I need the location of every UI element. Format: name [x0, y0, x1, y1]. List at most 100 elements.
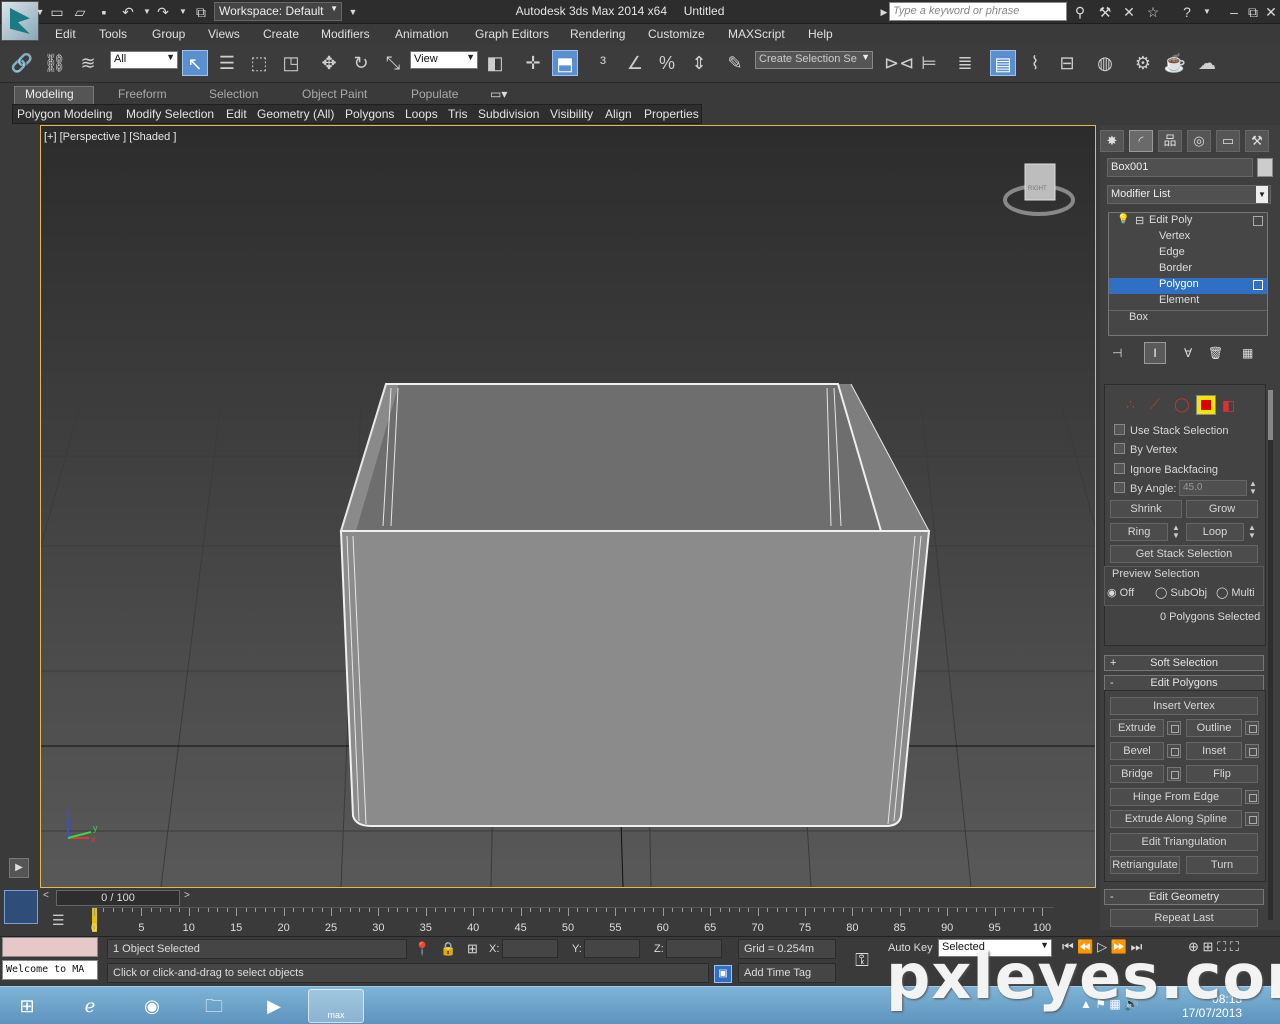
stack-item-box[interactable]: Box [1109, 310, 1267, 326]
get-stack-selection-button[interactable]: Get Stack Selection [1110, 545, 1258, 563]
preview-multi-radio[interactable]: ◯ Multi [1216, 586, 1255, 599]
time-next-icon[interactable]: > [184, 890, 196, 906]
binoculars-icon[interactable]: ⚲ [1071, 3, 1089, 21]
percent-snap-icon[interactable]: % [654, 50, 680, 76]
file-explorer-icon[interactable]: 🗀 [186, 989, 242, 1023]
open-file-icon[interactable]: ▱ [71, 3, 89, 21]
align-icon[interactable]: ⊨ [916, 50, 942, 76]
curve-editor-icon[interactable]: ⌇ [1022, 50, 1048, 76]
subscription-icon[interactable]: ⚒ [1096, 3, 1114, 21]
mini-listener-icon[interactable] [4, 890, 38, 924]
viewcube[interactable] [1024, 163, 1056, 201]
modifier-list-dropdown[interactable]: Modifier List ▼ [1107, 185, 1271, 204]
maxscript-listener-pink[interactable] [2, 937, 98, 957]
edit-polygons-rollout-header[interactable]: - Edit Polygons [1104, 675, 1264, 691]
outline-button[interactable]: Outline [1186, 719, 1242, 737]
bridge-settings-icon[interactable] [1167, 767, 1181, 781]
stack-item-vertex[interactable]: Vertex [1109, 230, 1267, 246]
inset-button[interactable]: Inset [1186, 742, 1242, 760]
edit-triangulation-button[interactable]: Edit Triangulation [1110, 833, 1258, 851]
layer-manager-icon[interactable]: ≣ [952, 50, 978, 76]
select-by-name-icon[interactable]: ☰ [214, 50, 240, 76]
app-menu-arrow-icon[interactable]: ▼ [31, 3, 49, 21]
stack-item-border[interactable]: Border [1109, 262, 1267, 278]
mirror-icon[interactable]: ⊳⊲ [884, 50, 914, 76]
close-window-icon[interactable]: ✕ [1262, 3, 1280, 21]
time-slider-thumb[interactable]: 0 / 100 [56, 890, 180, 906]
menu-tools[interactable]: Tools [99, 27, 127, 41]
render-production-icon[interactable]: ☁ [1194, 50, 1220, 76]
rendered-frame-window-icon[interactable]: ☕ [1162, 50, 1188, 76]
track-bar[interactable]: 0 5 10 15 20 25 30 35 40 45 50 55 60 65 70 75 80 85 90 95 10… [91, 907, 1054, 935]
media-player-icon[interactable]: ▶ [246, 989, 302, 1023]
help-icon[interactable]: ? [1178, 3, 1196, 21]
shrink-button[interactable]: Shrink [1110, 500, 1182, 518]
menu-maxscript[interactable]: MAXScript [728, 27, 785, 41]
stack-item-edit-poly[interactable]: 💡 ⊟ Edit Poly [1109, 214, 1267, 230]
perspective-viewport[interactable]: RIGHT z x y [40, 125, 1096, 888]
element-mode-icon[interactable]: ◧ [1222, 397, 1235, 414]
search-input[interactable]: Type a keyword or phrase [889, 2, 1067, 21]
panel-geometry-all[interactable]: Geometry (All) [257, 107, 334, 121]
absolute-mode-transform-icon[interactable]: ⊞ [467, 941, 478, 957]
keyboard-shortcut-override-icon[interactable]: ⬒ [552, 50, 578, 76]
time-slider-track[interactable] [40, 888, 1096, 906]
minimize-window-icon[interactable]: – [1225, 3, 1243, 21]
menu-modifiers[interactable]: Modifiers [321, 27, 370, 41]
hierarchy-tab-icon[interactable]: 品 [1158, 130, 1182, 152]
redo-icon[interactable]: ↷ [154, 3, 172, 21]
modify-tab-icon[interactable]: ◜ [1129, 130, 1153, 152]
favorites-star-icon[interactable]: ☆ [1144, 3, 1162, 21]
soft-selection-rollout-header[interactable]: + Soft Selection [1104, 655, 1264, 671]
outline-settings-icon[interactable] [1245, 721, 1259, 735]
schematic-view-icon[interactable]: ⊟ [1054, 50, 1080, 76]
select-manipulate-icon[interactable]: ✛ [520, 50, 546, 76]
internet-explorer-icon[interactable]: ℯ [62, 989, 118, 1023]
x-coord-input[interactable] [502, 939, 558, 958]
menu-rendering[interactable]: Rendering [570, 27, 625, 41]
utilities-tab-icon[interactable]: ⚒ [1245, 130, 1269, 152]
insert-vertex-button[interactable]: Insert Vertex [1110, 697, 1258, 715]
panel-edit[interactable]: Edit [226, 107, 247, 121]
lightbulb-icon[interactable]: 💡 [1117, 214, 1129, 225]
reference-coordinate-dropdown[interactable]: View ▼ [410, 51, 478, 69]
menu-help[interactable]: Help [808, 27, 833, 41]
snaps-toggle-icon[interactable]: ³ [590, 50, 616, 76]
menu-animation[interactable]: Animation [395, 27, 448, 41]
edge-mode-icon[interactable]: ⟋ [1150, 396, 1160, 413]
ring-button[interactable]: Ring [1110, 523, 1168, 541]
configure-modifier-sets-icon[interactable]: ▦ [1242, 346, 1253, 360]
stack-item-element[interactable]: Element [1109, 294, 1267, 310]
menu-group[interactable]: Group [152, 27, 185, 41]
object-color-swatch[interactable] [1257, 158, 1273, 177]
angle-spinner-icon[interactable]: ▲ ▼ [1249, 480, 1257, 496]
menu-edit[interactable]: Edit [55, 27, 76, 41]
panel-properties[interactable]: Properties [644, 107, 699, 121]
stack-item-polygon[interactable]: Polygon [1109, 278, 1267, 294]
display-tab-icon[interactable]: ▭ [1216, 130, 1240, 152]
add-time-tag-button[interactable]: Add Time Tag [738, 963, 836, 983]
viewport-label-menu[interactable]: [+] [Perspective ] [Shaded ] [44, 131, 176, 143]
stack-item-edge[interactable]: Edge [1109, 246, 1267, 262]
scrollbar-thumb[interactable] [1268, 390, 1273, 440]
restore-window-icon[interactable]: ⧉ [1244, 3, 1262, 21]
select-link-icon[interactable]: 🔗 [9, 50, 35, 76]
time-tag-icon[interactable]: ▣ [714, 965, 732, 983]
edit-named-selection-icon[interactable]: ✎ [722, 50, 748, 76]
panel-align[interactable]: Align [605, 107, 632, 121]
track-bar-toggle-icon[interactable]: ☰ [52, 912, 65, 929]
panel-polygon-modeling[interactable]: Polygon Modeling [17, 107, 112, 121]
ring-spinner-icon[interactable]: ▲ ▼ [1172, 524, 1180, 540]
set-key-icon[interactable]: ⚿ [844, 943, 880, 977]
turn-button[interactable]: Turn [1186, 856, 1258, 874]
tab-object-paint[interactable]: Object Paint [302, 87, 367, 101]
tab-freeform[interactable]: Freeform [118, 87, 167, 101]
selection-filter-dropdown[interactable]: All ▼ [110, 51, 178, 69]
loop-spinner-icon[interactable]: ▲ ▼ [1248, 524, 1256, 540]
new-file-icon[interactable]: ▭ [48, 3, 66, 21]
pin-stack-icon[interactable]: ⊣ [1112, 346, 1122, 360]
panel-visibility[interactable]: Visibility [550, 107, 593, 121]
ignore-backfacing-checkbox[interactable]: Ignore Backfacing [1114, 463, 1218, 476]
expand-panel-icon[interactable]: ▶ [9, 858, 29, 878]
extrude-button[interactable]: Extrude [1110, 719, 1164, 737]
